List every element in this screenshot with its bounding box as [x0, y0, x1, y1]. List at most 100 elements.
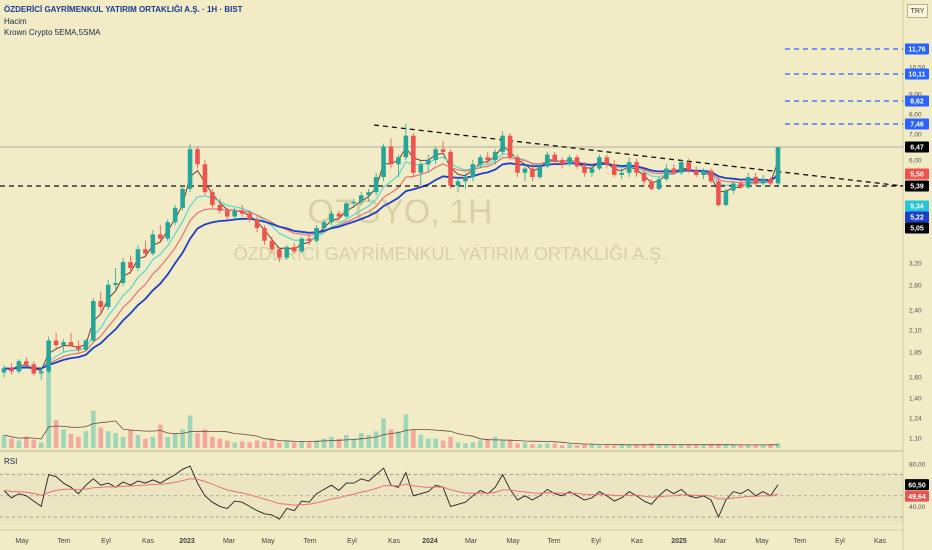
rsi-legend[interactable]: RSI	[4, 457, 17, 466]
candle-body	[433, 149, 438, 160]
volume-bar	[418, 434, 424, 448]
time-tick-label: Eyl	[591, 538, 601, 545]
time-tick-label: Mar	[223, 538, 236, 545]
indicator-legend[interactable]: Krown Crypto 5EMA,5SMA	[4, 28, 100, 37]
volume-bar	[9, 438, 14, 448]
volume-bar	[678, 445, 684, 448]
candle-body	[530, 168, 535, 178]
time-tick-label: May	[261, 538, 275, 545]
volume-bar	[172, 433, 178, 448]
time-tick-label: 2025	[671, 538, 687, 545]
volume-bar	[239, 441, 245, 448]
time-tick-label: Eyl	[101, 538, 111, 545]
volume-legend[interactable]: Hacim	[4, 17, 27, 26]
volume-bar	[232, 442, 237, 448]
price-tick-label: 1,40	[909, 396, 922, 403]
currency-button[interactable]: TRY	[907, 4, 928, 18]
volume-bar	[68, 434, 74, 448]
candle-body	[344, 203, 349, 217]
candle-body	[262, 228, 267, 241]
price-tick-label: 2,40	[909, 308, 922, 315]
time-tick-label: 2023	[179, 538, 195, 545]
volume-bar	[358, 433, 364, 448]
candle-body	[1, 368, 7, 373]
volume-bar	[589, 444, 595, 448]
chart-canvas[interactable]: OZGYO, 1H ÖZDERİCİ GAYRİMENKUL YATIRIM O…	[0, 0, 932, 550]
candle-body	[582, 166, 587, 173]
candle-body	[254, 219, 260, 228]
volume-bar	[321, 438, 327, 448]
candle-body	[559, 160, 565, 165]
candle-body	[135, 249, 141, 268]
price-label-text: 10,11	[908, 72, 925, 79]
volume-bar	[262, 441, 267, 448]
candle-body	[16, 361, 22, 372]
candle-body	[61, 342, 66, 346]
price-tick-label: 2,10	[909, 328, 922, 335]
candle-body	[671, 168, 677, 173]
volume-bar	[284, 440, 290, 448]
volume-bar	[507, 440, 513, 448]
volume-bar	[559, 445, 565, 448]
price-label-text: 5,05	[910, 226, 924, 233]
volume-bar	[61, 429, 66, 448]
volume-bar	[686, 445, 691, 448]
volume-bar	[269, 438, 275, 448]
candle-body	[775, 147, 781, 184]
candle-body	[98, 301, 104, 307]
volume-bar	[31, 439, 37, 448]
candle-body	[46, 340, 51, 372]
volume-bar	[478, 440, 483, 448]
chart-window: OZGYO, 1H ÖZDERİCİ GAYRİMENKUL YATIRIM O…	[0, 0, 932, 550]
volume-bar	[24, 436, 29, 448]
candle-body	[329, 213, 334, 223]
candle-body	[314, 228, 319, 241]
volume-bar	[626, 445, 632, 448]
candle-body	[589, 168, 595, 173]
candle-body	[68, 342, 74, 346]
volume-bar	[165, 436, 171, 448]
candle-body	[321, 222, 327, 228]
price-label-text: 7,46	[910, 122, 924, 129]
rsi-value-label: 60,50	[908, 482, 926, 489]
price-tick-label: 6,00	[909, 158, 922, 165]
candle-body	[693, 170, 699, 175]
time-tick-label: Eyl	[347, 538, 357, 545]
volume-bar	[604, 445, 610, 448]
volume-bar	[195, 433, 200, 448]
candle-body	[306, 238, 312, 241]
volume-bar	[98, 427, 104, 448]
candle-body	[425, 160, 431, 165]
candle-body	[440, 149, 446, 152]
volume-bar	[693, 445, 699, 448]
candle-body	[76, 345, 81, 350]
candle-body	[187, 149, 193, 189]
time-tick-label: May	[506, 538, 520, 545]
volume-bar	[574, 445, 580, 448]
volume-bar	[582, 444, 587, 448]
candle-body	[53, 340, 59, 346]
volume-bar	[202, 429, 208, 448]
price-tick-label: 8,00	[909, 112, 922, 119]
time-tick-label: Eyl	[835, 538, 845, 545]
rsi-value-label: 49,64	[908, 494, 926, 501]
price-tick-label: 1,24	[909, 416, 922, 423]
time-tick-label: Kas	[874, 538, 887, 545]
candle-body	[641, 172, 647, 182]
candle-body	[224, 210, 230, 217]
candle-body	[277, 249, 282, 258]
volume-bar	[515, 443, 520, 448]
volume-bar	[291, 442, 297, 448]
candle-body	[165, 222, 171, 239]
candle-body	[158, 234, 163, 239]
volume-bar	[701, 445, 706, 448]
time-tick-label: Kas	[142, 538, 155, 545]
candle-body	[537, 166, 543, 178]
volume-bar	[500, 439, 505, 448]
volume-bar	[366, 434, 371, 448]
candle-body	[247, 213, 252, 220]
volume-bar	[545, 443, 550, 448]
volume-bar	[611, 445, 617, 448]
candle-body	[552, 154, 558, 160]
volume-bar	[753, 445, 758, 448]
